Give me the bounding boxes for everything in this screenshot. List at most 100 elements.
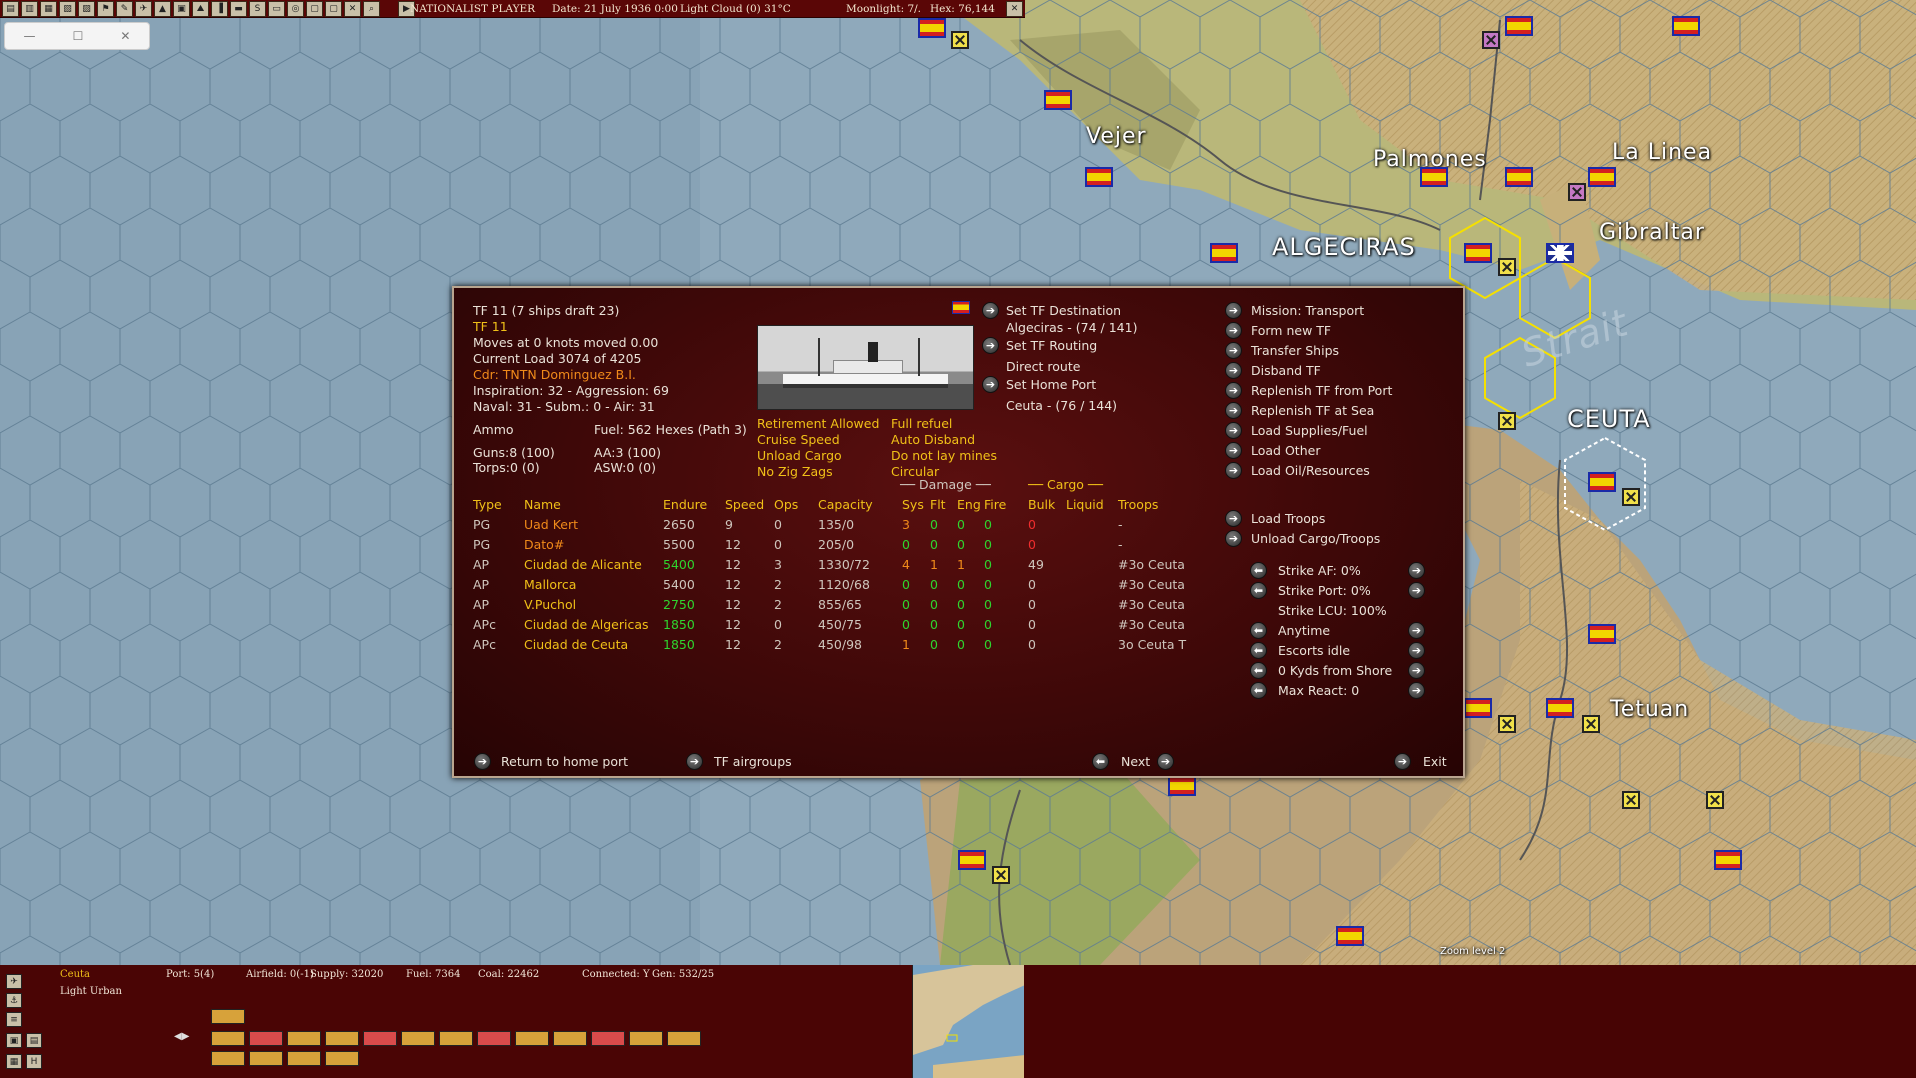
spanish-flag-icon[interactable] bbox=[1168, 776, 1196, 796]
spanish-flag-icon[interactable] bbox=[1588, 167, 1616, 187]
tf-action-button[interactable]: Disband TF bbox=[1251, 363, 1321, 378]
tf-action-button[interactable]: Load Oil/Resources bbox=[1251, 463, 1370, 478]
strike-setting[interactable]: Strike Port: 0% bbox=[1278, 583, 1371, 598]
unit-slot-icon[interactable] bbox=[287, 1031, 321, 1046]
arrow-right-icon[interactable]: ➔ bbox=[1408, 622, 1425, 639]
ground-unit-icon[interactable] bbox=[1582, 715, 1600, 733]
op-icon[interactable]: ▢ bbox=[325, 0, 342, 17]
tf-commander[interactable]: Cdr: TNTN Dominguez B.I. bbox=[473, 367, 636, 382]
table-column-header[interactable]: Liquid bbox=[1066, 497, 1104, 512]
arrow-right-icon[interactable]: ➔ bbox=[1225, 342, 1242, 359]
tf-action-button[interactable]: Mission: Transport bbox=[1251, 303, 1364, 318]
minimize-button[interactable]: — bbox=[24, 29, 36, 43]
truck-icon[interactable]: ▬ bbox=[230, 0, 247, 17]
ship-name-link[interactable]: Uad Kert bbox=[524, 517, 578, 532]
spanish-flag-icon[interactable] bbox=[958, 850, 986, 870]
ship-name-link[interactable]: Ciudad de Ceuta bbox=[524, 637, 628, 652]
minimap[interactable] bbox=[912, 965, 1024, 1078]
map-icon[interactable]: ▭ bbox=[268, 0, 285, 17]
ground-unit-icon[interactable] bbox=[1498, 258, 1516, 276]
ground-unit-icon[interactable] bbox=[1482, 31, 1500, 49]
report-icon[interactable]: ▧ bbox=[59, 0, 76, 17]
spanish-flag-icon[interactable] bbox=[1420, 167, 1448, 187]
arrow-left-icon[interactable]: ⬅ bbox=[1250, 562, 1267, 579]
tf-action-button[interactable]: Replenish TF at Sea bbox=[1251, 403, 1374, 418]
spanish-flag-icon[interactable] bbox=[1464, 698, 1492, 718]
arrow-right-icon[interactable]: ➔ bbox=[1408, 582, 1425, 599]
set-routing-button[interactable]: Set TF Routing bbox=[1006, 338, 1097, 353]
close-button[interactable]: ✕ bbox=[120, 29, 130, 43]
unit-slot-icon[interactable] bbox=[363, 1031, 397, 1046]
unit-slot-icon[interactable] bbox=[553, 1031, 587, 1046]
prev-arrow-icon[interactable]: ◀▶ bbox=[174, 1031, 189, 1042]
spanish-flag-icon[interactable] bbox=[1336, 926, 1364, 946]
tf-action-button[interactable]: Replenish TF from Port bbox=[1251, 383, 1392, 398]
next-button[interactable]: Next bbox=[1121, 754, 1150, 769]
arrow-right-icon[interactable]: ➔ bbox=[686, 753, 703, 770]
list-icon[interactable]: ▦ bbox=[40, 0, 57, 17]
spanish-flag-icon[interactable] bbox=[1672, 16, 1700, 36]
table-column-header[interactable]: Fire bbox=[984, 497, 1006, 512]
ground-unit-icon[interactable] bbox=[1498, 412, 1516, 430]
tf-action-button[interactable]: Transfer Ships bbox=[1251, 343, 1339, 358]
spanish-flag-icon[interactable] bbox=[1588, 472, 1616, 492]
ground-unit-icon[interactable] bbox=[951, 31, 969, 49]
british-flag-icon[interactable] bbox=[1546, 243, 1574, 263]
ships-icon[interactable]: ▨ bbox=[78, 0, 95, 17]
ground-unit-icon[interactable] bbox=[1622, 488, 1640, 506]
save-icon[interactable]: ▤ bbox=[2, 0, 19, 17]
table-column-header[interactable]: Eng bbox=[957, 497, 981, 512]
x-icon[interactable]: ✕ bbox=[344, 0, 361, 17]
ground-unit-icon[interactable] bbox=[1498, 715, 1516, 733]
maximize-button[interactable]: ☐ bbox=[73, 29, 84, 43]
spanish-flag-icon[interactable] bbox=[1085, 167, 1113, 187]
tf-action-button[interactable]: Load Supplies/Fuel bbox=[1251, 423, 1368, 438]
arrow-right-icon[interactable]: ➔ bbox=[1225, 382, 1242, 399]
table-column-header[interactable]: Capacity bbox=[818, 497, 873, 512]
arrow-left-icon[interactable]: ⬅ bbox=[1250, 582, 1267, 599]
unit-slot-icon[interactable] bbox=[211, 1009, 245, 1024]
tf-airgroups-button[interactable]: TF airgroups bbox=[714, 754, 792, 769]
ship-name-link[interactable]: Mallorca bbox=[524, 577, 576, 592]
ship-name-link[interactable]: V.Puchol bbox=[524, 597, 576, 612]
unit-slot-icon[interactable] bbox=[477, 1031, 511, 1046]
tf-toggle-option[interactable]: Cruise Speed bbox=[757, 432, 840, 447]
arrow-right-icon[interactable]: ➔ bbox=[1225, 302, 1242, 319]
arrow-left-icon[interactable]: ⬅ bbox=[1250, 642, 1267, 659]
load-icon[interactable]: ▥ bbox=[21, 0, 38, 17]
exit-button[interactable]: Exit bbox=[1423, 754, 1447, 769]
cr-icon[interactable]: ▢ bbox=[306, 0, 323, 17]
set-destination-button[interactable]: Set TF Destination bbox=[1006, 303, 1121, 318]
table-column-header[interactable]: Ops bbox=[774, 497, 798, 512]
unit-slot-icon[interactable] bbox=[249, 1051, 283, 1066]
troop-action-button[interactable]: Load Troops bbox=[1251, 511, 1325, 526]
tf-name[interactable]: TF 11 bbox=[473, 319, 508, 334]
side-button-icon[interactable]: ⚓ bbox=[6, 993, 22, 1008]
arrow-right-icon[interactable]: ➔ bbox=[1225, 402, 1242, 419]
table-column-header[interactable]: Bulk bbox=[1028, 497, 1055, 512]
table-column-header[interactable]: Speed bbox=[725, 497, 764, 512]
side-button-icon[interactable]: ▣ bbox=[6, 1033, 22, 1048]
unit-slot-icon[interactable] bbox=[211, 1051, 245, 1066]
arrow-right-icon[interactable]: ➔ bbox=[1408, 562, 1425, 579]
arrow-right-icon[interactable]: ➔ bbox=[474, 753, 491, 770]
table-column-header[interactable]: Sys bbox=[902, 497, 924, 512]
spanish-flag-icon[interactable] bbox=[1714, 850, 1742, 870]
side-button-icon[interactable]: ≡ bbox=[6, 1012, 22, 1027]
bookmark-icon[interactable]: ▐ bbox=[211, 0, 228, 17]
tf-toggle-option[interactable]: Auto Disband bbox=[891, 432, 975, 447]
arrow-left-icon[interactable]: ⬅ bbox=[1250, 662, 1267, 679]
arrow-right-icon[interactable]: ➔ bbox=[1394, 753, 1411, 770]
ship-name-link[interactable]: Ciudad de Alicante bbox=[524, 557, 642, 572]
target-icon[interactable]: ◎ bbox=[287, 0, 304, 17]
arrow-left-icon[interactable]: ⬅ bbox=[1092, 753, 1109, 770]
arrow-right-icon[interactable]: ➔ bbox=[982, 302, 999, 319]
strike-setting[interactable]: Max React: 0 bbox=[1278, 683, 1359, 698]
tf-action-button[interactable]: Form new TF bbox=[1251, 323, 1331, 338]
spanish-flag-icon[interactable] bbox=[1505, 167, 1533, 187]
arrow-right-icon[interactable]: ➔ bbox=[1225, 530, 1242, 547]
arrow-right-icon[interactable]: ➔ bbox=[1225, 462, 1242, 479]
ground-unit-icon[interactable] bbox=[1622, 791, 1640, 809]
tf-toggle-option[interactable]: Retirement Allowed bbox=[757, 416, 879, 431]
ground-unit-icon[interactable] bbox=[1568, 183, 1586, 201]
